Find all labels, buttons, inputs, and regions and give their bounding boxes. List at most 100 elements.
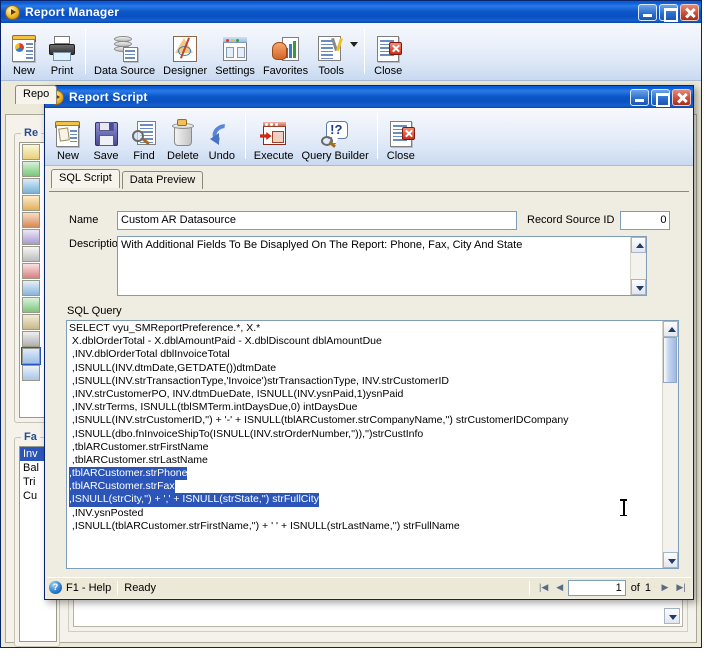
script-button-find[interactable]: Find — [125, 118, 163, 163]
sql-line-selected: ,tblARCustomer.strPhone — [69, 467, 188, 481]
sql-line[interactable]: ,ISNULL(dbo.fnInvoiceShipTo(ISNULL(INV.s… — [69, 428, 660, 441]
tab-data-preview[interactable]: Data Preview — [121, 171, 204, 189]
minimize-icon[interactable] — [630, 88, 649, 106]
sql-scroll-down-button[interactable] — [663, 552, 678, 568]
sql-line[interactable]: ,tblARCustomer.strFirstName — [69, 441, 660, 454]
toolbar-label-data-source: Data Source — [94, 65, 156, 77]
help-icon[interactable]: ? — [49, 581, 62, 594]
script-toolbar-separator-2 — [376, 113, 378, 159]
sql-line[interactable]: ,ISNULL(INV.strCustomerID,'') + '-' + IS… — [69, 414, 660, 427]
sql-line[interactable]: ,tblARCustomer.strLastName — [69, 454, 660, 467]
toolbar-button-print[interactable]: Print — [43, 33, 81, 78]
status-text: Ready — [124, 581, 157, 594]
sql-scroll-up-button[interactable] — [663, 321, 678, 337]
script-button-undo[interactable]: Undo — [203, 118, 241, 163]
next-record-icon[interactable]: ▶ — [657, 580, 673, 595]
description-scroll-down-button[interactable] — [631, 279, 646, 295]
toolbar-button-designer[interactable]: Designer — [159, 33, 211, 78]
sql-line[interactable]: ,INV.ysnPosted — [69, 507, 660, 520]
report-script-client: SQL Script Data Preview Name Record Sour… — [45, 166, 693, 599]
script-button-save[interactable]: Save — [87, 118, 125, 163]
script-button-close[interactable]: Close — [382, 118, 420, 163]
sql-line[interactable]: ,ISNULL(INV.dtmDate,GETDATE())dtmDate — [69, 362, 660, 375]
report-list-item[interactable] — [22, 195, 40, 211]
sql-scrollbar[interactable] — [662, 321, 678, 568]
tab-sql-script[interactable]: SQL Script — [51, 169, 120, 188]
sql-scroll-thumb[interactable] — [663, 337, 677, 383]
maximize-icon[interactable] — [651, 88, 670, 107]
report-list-item[interactable] — [22, 365, 40, 381]
page-number-input[interactable]: 1 — [567, 579, 626, 596]
maximize-icon[interactable] — [659, 3, 678, 22]
script-statusbar: ? F1 - Help Ready |◀ ◀ 1 of 1 ▶ ▶| — [47, 577, 691, 597]
toolbar-button-tools[interactable]: Tools — [312, 33, 350, 78]
minimize-icon[interactable] — [638, 3, 657, 21]
report-script-title: Report Script — [69, 90, 148, 104]
report-list-item[interactable] — [22, 263, 40, 279]
report-list-item-selected[interactable] — [21, 347, 41, 365]
report-script-dialog: Report Script New Save Find Delete Undo … — [44, 85, 694, 600]
sql-line[interactable]: ,ISNULL(INV.strTransactionType,'Invoice'… — [69, 375, 660, 388]
sql-line-text: ,tblARCustomer.strLastName — [69, 453, 208, 466]
description-textarea[interactable]: With Additional Fields To Be Disaplyed O… — [117, 236, 647, 296]
screen: Report Manager New Print Data Source Des… — [0, 0, 728, 670]
help-label[interactable]: F1 - Help — [66, 582, 111, 594]
sql-query-text: SELECT vyu_SMReportPreference.*, X.* X.d… — [67, 321, 662, 568]
report-list-item[interactable] — [22, 161, 40, 177]
sql-line[interactable]: SELECT vyu_SMReportPreference.*, X.* — [69, 322, 660, 335]
sql-line[interactable]: ,tblARCustomer.strFax — [69, 480, 660, 494]
toolbar-button-data-source[interactable]: Data Source — [90, 33, 159, 78]
script-button-delete[interactable]: Delete — [163, 118, 203, 163]
report-list-item[interactable] — [22, 297, 40, 313]
sql-line[interactable]: ,INV.strTerms, ISNULL(tblSMTerm.intDaysD… — [69, 401, 660, 414]
sql-line[interactable]: ,ISNULL(strCity,'') + ',' + ISNULL(strSt… — [69, 493, 660, 507]
report-list-item[interactable] — [22, 144, 40, 160]
sql-line-text: X.dblOrderTotal - X.dblAmountPaid - X.db… — [69, 335, 382, 348]
sql-line[interactable]: ,ISNULL(tblARCustomer.strFirstName,'') +… — [69, 520, 660, 533]
script-button-new[interactable]: New — [49, 118, 87, 163]
preview-scroll-down-button[interactable] — [664, 608, 680, 624]
close-icon[interactable] — [680, 3, 699, 21]
new-script-icon — [53, 119, 83, 149]
toolbar-label-settings: Settings — [215, 65, 255, 77]
favorites-group-label: Fa — [21, 431, 40, 443]
report-script-window-buttons — [630, 88, 691, 107]
sql-line[interactable]: ,tblARCustomer.strPhone — [69, 467, 660, 481]
description-scrollbar[interactable] — [630, 237, 646, 295]
description-scroll-up-button[interactable] — [631, 237, 646, 253]
sql-line[interactable]: ,INV.strCustomerPO, INV.dtmDueDate, ISNU… — [69, 388, 660, 401]
sql-line[interactable]: ,INV.dblOrderTotal dblInvoiceTotal — [69, 348, 660, 361]
close-icon[interactable] — [672, 88, 691, 106]
report-list-item[interactable] — [22, 229, 40, 245]
main-tab-reports[interactable]: Repo — [15, 85, 58, 104]
sql-line[interactable]: X.dblOrderTotal - X.dblAmountPaid - X.db… — [69, 335, 660, 348]
previous-record-icon[interactable]: ◀ — [552, 580, 568, 595]
sql-line-selected: ,tblARCustomer.strFax — [69, 480, 175, 494]
report-list-item[interactable] — [22, 314, 40, 330]
name-row: Name Record Source ID — [49, 210, 689, 230]
undo-arrow-icon — [207, 119, 237, 149]
toolbar-button-close[interactable]: Close — [369, 33, 407, 78]
last-record-icon[interactable]: ▶| — [673, 580, 689, 595]
sql-query-textarea[interactable]: SELECT vyu_SMReportPreference.*, X.* X.d… — [66, 320, 679, 569]
play-circle-icon — [5, 4, 20, 20]
script-button-query-builder[interactable]: !? Query Builder — [298, 118, 373, 163]
report-list-item[interactable] — [22, 212, 40, 228]
script-label-find: Find — [133, 150, 155, 162]
sql-query-label: SQL Query — [67, 305, 122, 317]
name-input[interactable] — [117, 210, 517, 230]
toolbar-button-settings[interactable]: Settings — [211, 33, 259, 78]
report-list-item[interactable] — [22, 246, 40, 262]
designer-icon — [170, 34, 200, 64]
report-list-item[interactable] — [22, 331, 40, 347]
database-icon — [110, 34, 140, 64]
first-record-icon[interactable]: |◀ — [536, 580, 552, 595]
record-source-id-input[interactable] — [620, 210, 671, 230]
script-button-execute[interactable]: Execute — [250, 118, 298, 163]
toolbar-button-favorites[interactable]: Favorites — [259, 33, 312, 78]
report-list-item[interactable] — [22, 280, 40, 296]
tools-dropdown-arrow-icon[interactable] — [350, 41, 359, 47]
report-list-item[interactable] — [22, 178, 40, 194]
toolbar-label-close: Close — [374, 65, 403, 77]
toolbar-button-new[interactable]: New — [5, 33, 43, 78]
